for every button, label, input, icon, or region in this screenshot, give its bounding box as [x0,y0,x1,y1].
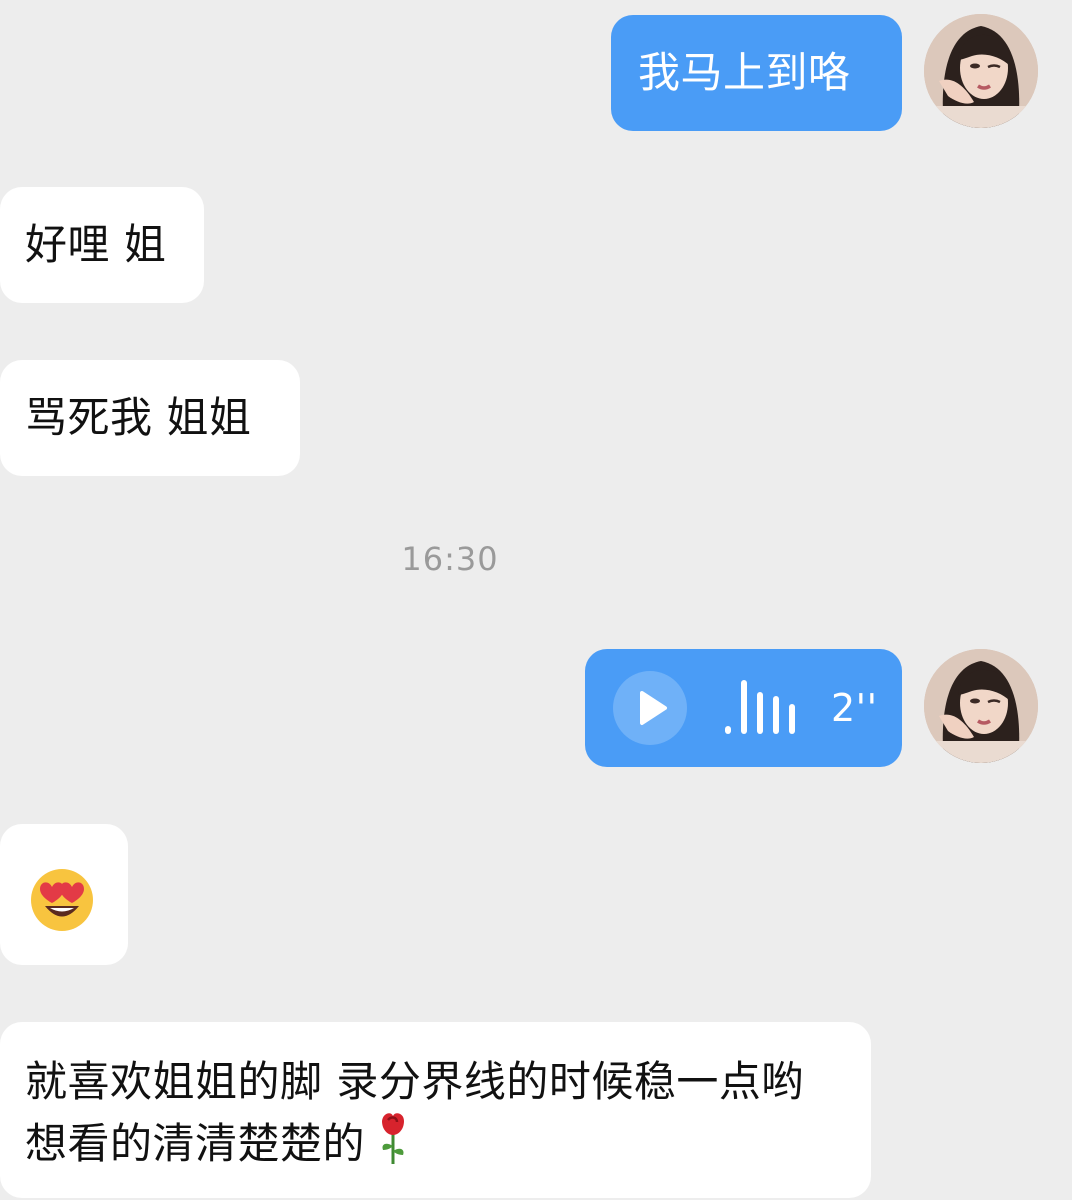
play-icon[interactable] [613,671,687,745]
message-timestamp: 16:30 [401,540,499,578]
message-text: 骂死我 姐姐 [25,393,252,442]
message-text: 就喜欢姐姐的脚 录分界线的时候稳一点哟 想看的清清楚楚的 [25,1057,804,1168]
message-text: 好哩 姐 [25,220,167,269]
message-text: 我马上到咯 [638,48,851,97]
sent-message-bubble[interactable]: 我马上到咯 [611,15,902,131]
voice-waveform-icon [725,678,795,738]
heart-eyes-emoji-icon [28,866,96,934]
voice-message-bubble[interactable]: 2'' [585,649,902,767]
avatar[interactable] [924,649,1038,763]
received-message-bubble[interactable] [0,824,128,965]
voice-duration: 2'' [831,686,878,730]
received-message-bubble[interactable]: 骂死我 姐姐 [0,360,300,476]
chat-thread: 我马上到咯 好哩 姐 骂死我 姐姐 16:30 2'' 就喜欢姐姐的脚 录分界线… [0,0,1072,1200]
avatar-portrait-icon [924,14,1038,128]
rose-emoji-icon [373,1110,413,1166]
received-message-bubble[interactable]: 就喜欢姐姐的脚 录分界线的时候稳一点哟 想看的清清楚楚的 [0,1022,871,1198]
avatar[interactable] [924,14,1038,128]
received-message-bubble[interactable]: 好哩 姐 [0,187,204,303]
avatar-portrait-icon [924,649,1038,763]
